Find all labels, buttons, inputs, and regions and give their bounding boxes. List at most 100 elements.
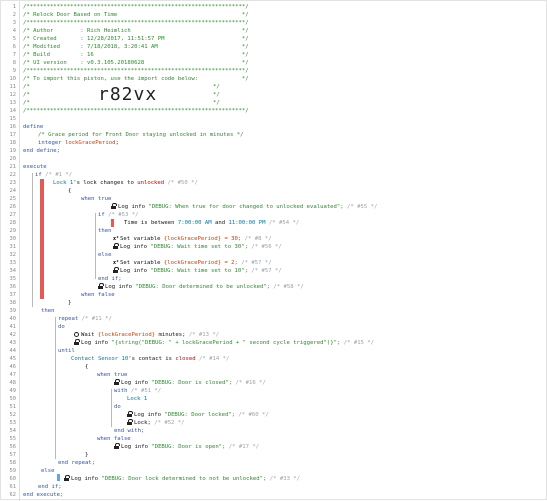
- contact-condition[interactable]: Contact Sensor 10's contact is closed /*…: [71, 355, 229, 363]
- log-label: Log info: [121, 444, 148, 450]
- log-message: "DEBUG: When true for door changed to un…: [148, 204, 344, 210]
- action-label: Set variable: [120, 236, 161, 242]
- line-number: 11: [9, 84, 17, 90]
- log-message: "DEBUG: Wait time set to 30";: [150, 244, 248, 250]
- log-wait-30[interactable]: Log info "DEBUG: Wait time set to 30"; /…: [113, 243, 282, 251]
- condition-text: 's contact is: [128, 356, 173, 362]
- line-number: 26: [9, 204, 17, 210]
- log-door-unlocked[interactable]: Log info "DEBUG: Door determined to be u…: [98, 283, 304, 291]
- when-true[interactable]: when true: [81, 195, 111, 203]
- when-false-2[interactable]: when false: [97, 435, 131, 443]
- statement-id: /* #56 */: [251, 244, 282, 250]
- code-line-13-end: */: [213, 100, 220, 106]
- line-number: 31: [9, 244, 17, 250]
- define-keyword[interactable]: define: [23, 123, 43, 131]
- log-message: "DEBUG: Door locked";: [164, 412, 236, 418]
- line-number: 23: [9, 180, 17, 186]
- statement-id: /* #54 */: [268, 220, 300, 226]
- if-statement[interactable]: if /* #1 */: [35, 171, 72, 179]
- line-number: 61: [9, 484, 17, 490]
- condition-status-bar: [40, 179, 44, 299]
- end-define: end define;: [23, 148, 61, 154]
- statement-id: /* #1 */: [45, 172, 73, 178]
- log-wait-10[interactable]: Log info "DEBUG: Wait time set to 10"; /…: [113, 267, 282, 275]
- variable-icon: x²: [113, 236, 120, 242]
- when-false[interactable]: when false: [81, 291, 115, 299]
- code-line-13-start: /*: [23, 100, 30, 106]
- statement-id: /* #57 */: [241, 260, 272, 266]
- line-number: 35: [9, 276, 17, 282]
- lock-command[interactable]: Lock; /* #52 */: [127, 419, 185, 427]
- code-line-8: /* UI version : v0.3.105.20180628 */: [23, 60, 249, 66]
- line-number: 33: [9, 260, 17, 266]
- end-execute: end execute;: [23, 492, 64, 498]
- do-keyword: do: [58, 324, 65, 330]
- repeat-statement[interactable]: repeat /* #11 */: [58, 315, 112, 323]
- lock-icon: [127, 411, 133, 417]
- line-number: 36: [9, 284, 17, 290]
- lock-icon: [127, 419, 133, 425]
- log-closed[interactable]: Log info "DEBUG: Door is closed"; /* #16…: [114, 379, 266, 387]
- clock-icon: [74, 332, 79, 337]
- set-variable-30[interactable]: x²Set variable {lockGracePeriod} = 30; /…: [113, 235, 272, 243]
- import-code[interactable]: r82vx: [98, 84, 157, 105]
- log-label: Log info: [134, 412, 161, 418]
- log-statement[interactable]: Log info "DEBUG: When true for door chan…: [111, 203, 377, 211]
- lock-icon: [74, 339, 80, 345]
- wait-statement[interactable]: Wait {lockGracePeriod} minutes; /* #13 *…: [74, 331, 219, 339]
- when-true-2[interactable]: when true: [97, 371, 127, 379]
- condition-value: unlocked: [137, 180, 165, 186]
- time-condition[interactable]: Time is between 7:00:00 AM and 11:00:00 …: [124, 219, 299, 227]
- if-keyword: if: [35, 172, 42, 178]
- if-block-guide: [32, 173, 33, 307]
- line-number: 8: [12, 60, 16, 66]
- line-number: 58: [9, 460, 17, 466]
- brace-close: }: [68, 300, 72, 306]
- else-keyword: else: [98, 252, 112, 258]
- do-keyword-2: do: [114, 404, 121, 410]
- log-string-statement[interactable]: Log info "{string("DEBUG: " + lockGraceP…: [74, 339, 374, 347]
- code-line-4: /* Author : Rich Heimlich */: [23, 28, 249, 34]
- code-line-12-start: /*: [23, 92, 30, 98]
- set-variable-2[interactable]: x²Set variable {lockGracePeriod} = 2; /*…: [113, 259, 272, 267]
- device-contact-sensor: Contact Sensor 10: [71, 356, 129, 362]
- with-statement[interactable]: with /* #51 */: [114, 387, 161, 395]
- condition-text: Time is between: [124, 220, 175, 226]
- gutter-separator: [19, 1, 20, 501]
- line-number: 3: [12, 20, 16, 26]
- line-number: 5: [12, 36, 16, 42]
- then-keyword-outer: then: [41, 308, 55, 314]
- line-number: 16: [9, 124, 17, 130]
- execute-keyword[interactable]: execute: [23, 163, 47, 171]
- inner-if-statement[interactable]: if /* #53 */: [98, 211, 138, 219]
- log-open[interactable]: Log info "DEBUG: Door is open"; /* #17 *…: [114, 443, 259, 451]
- log-message: "DEBUG: Door lock determined to not be u…: [101, 476, 267, 482]
- line-number: 7: [12, 52, 16, 58]
- line-number: 40: [9, 316, 17, 322]
- variable-declaration[interactable]: integer lockGracePeriod;: [38, 139, 119, 147]
- statement-id: /* #51 */: [130, 388, 162, 394]
- statement-id: /* #11 */: [81, 316, 112, 322]
- log-label: Log info: [121, 380, 148, 386]
- lock-condition[interactable]: Lock 1's lock changes to unlocked /* #50…: [53, 179, 198, 187]
- line-number: 53: [9, 420, 17, 426]
- variable-name: lockGracePeriod: [64, 140, 116, 146]
- line-number: 15: [9, 116, 17, 122]
- line-number: 27: [9, 212, 17, 218]
- log-label: Log info: [120, 244, 147, 250]
- condition-text: 's lock changes to: [73, 180, 134, 186]
- line-number: 32: [9, 252, 17, 258]
- condition-value: closed: [175, 356, 196, 362]
- log-message: "DEBUG: Door is open";: [151, 444, 226, 450]
- lock-icon: [114, 379, 120, 385]
- line-number: 29: [9, 228, 17, 234]
- time-condition-bar: [111, 219, 114, 227]
- statement-id: /* #60 */: [238, 412, 269, 418]
- with-device-lock-1[interactable]: Lock 1: [127, 395, 147, 403]
- log-not-unlocked[interactable]: Log info "DEBUG: Door lock determined to…: [64, 475, 300, 483]
- log-label: Log info: [105, 284, 132, 290]
- line-number: 42: [9, 332, 17, 338]
- code-line-9: /***************************************…: [23, 68, 249, 74]
- line-number: 50: [9, 396, 17, 402]
- log-locked[interactable]: Log info "DEBUG: Door locked"; /* #60 */: [127, 411, 269, 419]
